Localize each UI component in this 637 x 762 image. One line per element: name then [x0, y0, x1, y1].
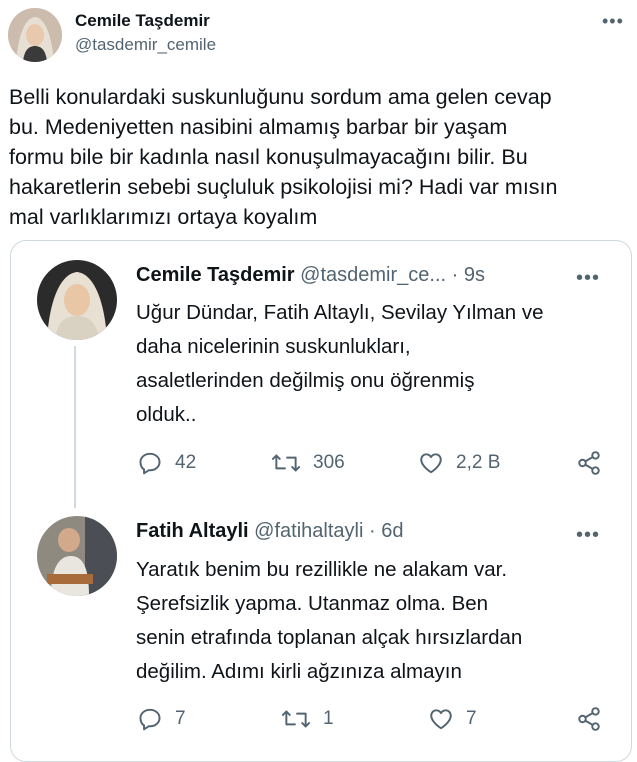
reply-icon — [139, 708, 161, 731]
author-avatar[interactable] — [8, 8, 62, 62]
like-count: 2,2 B — [456, 452, 501, 473]
avatar-image — [37, 260, 117, 340]
retweet-count: 1 — [323, 708, 334, 729]
share-button[interactable] — [576, 450, 602, 476]
tweet-text-line: Uğur Dündar, Fatih Altaylı, Sevilay Yılm… — [136, 301, 544, 324]
more-icon[interactable]: ••• — [576, 268, 600, 288]
retweet-button[interactable]: 1 — [281, 706, 334, 732]
quoted-avatar[interactable] — [37, 260, 117, 340]
share-icon — [578, 707, 600, 731]
like-button[interactable]: 2,2 B — [418, 450, 500, 476]
tweet-text-line: senin etrafında toplanan alçak hırsızlar… — [136, 626, 523, 649]
reply-count: 42 — [175, 452, 197, 473]
reply-author-handle[interactable]: @fatihaltayli — [254, 520, 363, 542]
reply-avatar[interactable] — [37, 516, 117, 596]
reply-count: 7 — [175, 708, 186, 729]
author-handle[interactable]: @tasdemir_cemile — [75, 35, 216, 55]
tweet-text-line: daha nicelerinin suskunlukları, — [136, 335, 411, 358]
reply-icon — [139, 452, 161, 475]
tweet-text-line: Yaratık benim bu rezillikle ne alakam va… — [136, 558, 508, 581]
thread-connector — [74, 346, 76, 508]
author-name[interactable]: Cemile Taşdemir — [75, 11, 210, 31]
quoted-author-name[interactable]: Cemile Taşdemir — [136, 264, 295, 286]
retweet-count: 306 — [313, 452, 345, 473]
avatar-image — [37, 516, 117, 596]
tweet-text-line: Şerefsizlik yapma. Utanmaz olma. Ben — [136, 592, 489, 615]
retweet-icon — [281, 710, 311, 728]
tweet-time[interactable]: 6d — [381, 520, 403, 542]
tweet-text-line: Belli konulardaki suskunluğunu sordum am… — [9, 85, 552, 109]
reply-button[interactable]: 7 — [137, 706, 186, 732]
reply-tweet-body: Yaratık benim bu rezillikle ne alakam va… — [136, 553, 616, 689]
share-button[interactable] — [576, 706, 602, 732]
tweet-time[interactable]: 9s — [464, 264, 485, 286]
quoted-header: Cemile Taşdemir @tasdemir_ce... · 9s — [136, 264, 485, 287]
like-icon — [430, 709, 452, 730]
like-count: 7 — [466, 708, 477, 729]
tweet-text-line: formu bile bir kadınla nasıl konuşulmaya… — [9, 145, 528, 169]
tweet-text-line: değilim. Adımı kirli ağzınıza almayın — [136, 660, 462, 683]
more-icon[interactable]: ••• — [602, 12, 624, 30]
tweet-body: Belli konulardaki suskunluğunu sordum am… — [9, 82, 631, 232]
retweet-icon — [271, 454, 301, 472]
like-icon — [420, 453, 442, 474]
separator-dot: · — [451, 264, 459, 286]
more-icon[interactable]: ••• — [576, 525, 600, 545]
tweet-text-line: asaletlerinden değilmiş onu öğrenmiş — [136, 369, 475, 392]
reply-author-name[interactable]: Fatih Altayli — [136, 520, 249, 542]
like-button[interactable]: 7 — [428, 706, 477, 732]
avatar-image — [8, 8, 62, 62]
retweet-button[interactable]: 306 — [271, 450, 345, 476]
separator-dot: · — [368, 520, 376, 542]
reply-button[interactable]: 42 — [137, 450, 196, 476]
quoted-tweet-body: Uğur Dündar, Fatih Altaylı, Sevilay Yılm… — [136, 296, 616, 432]
share-icon — [578, 451, 600, 475]
quoted-author-handle[interactable]: @tasdemir_ce... — [300, 264, 446, 286]
tweet-text-line: bu. Medeniyetten nasibini almamış barbar… — [9, 115, 508, 139]
tweet-text-line: hakaretlerin sebebi suçluluk psikolojisi… — [9, 175, 558, 199]
tweet-text-line: olduk.. — [136, 403, 197, 426]
tweet-text-line: mal varlıklarımızı ortaya koyalım — [9, 205, 318, 229]
reply-header: Fatih Altayli @fatihaltayli · 6d — [136, 520, 403, 543]
